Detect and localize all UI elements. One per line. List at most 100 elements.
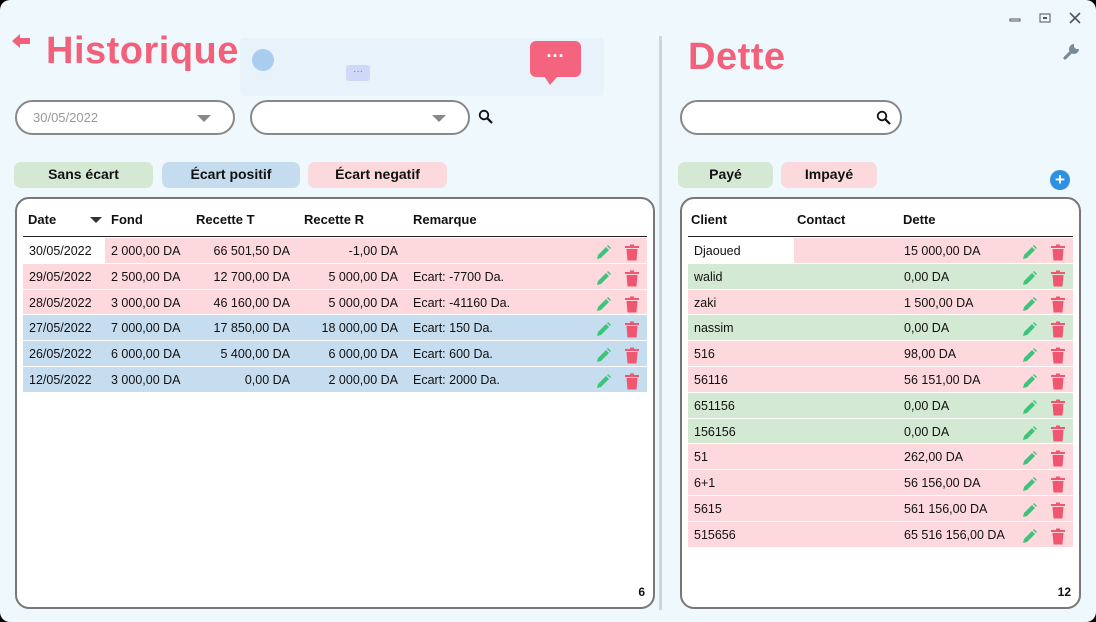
cell-recette-t: 0,00 DA: [244, 372, 290, 387]
cell-client: 515656: [694, 527, 736, 542]
edit-pencil-icon[interactable]: [1021, 450, 1037, 467]
cell-recette-t: 5 400,00 DA: [220, 347, 291, 362]
edit-pencil-icon[interactable]: [1021, 296, 1037, 313]
delete-trash-icon[interactable]: [624, 321, 640, 338]
delete-trash-icon[interactable]: [1050, 450, 1066, 467]
filter-ecart-positif[interactable]: Écart positif: [162, 162, 300, 188]
table-row[interactable]: zaki 1 500,00 DA: [688, 289, 1073, 316]
cell-remarque: Ecart: 150 Da.: [413, 321, 493, 336]
table-row[interactable]: Djaoued 15 000,00 DA: [688, 238, 1073, 264]
table-row[interactable]: 30/05/2022 2 000,00 DA 66 501,50 DA -1,00 D…: [23, 238, 647, 264]
delete-trash-icon[interactable]: [1050, 270, 1066, 287]
chat-bubble-icon[interactable]: ···: [530, 41, 581, 85]
col-recette-t[interactable]: Recette T: [196, 212, 255, 227]
cell-fond: 2 000,00 DA: [111, 244, 181, 258]
col-fond[interactable]: Fond: [111, 212, 143, 227]
delete-trash-icon[interactable]: [1050, 425, 1066, 442]
cell-dette: 1 500,00 DA: [904, 295, 974, 310]
delete-trash-icon[interactable]: [1050, 321, 1066, 338]
table-row[interactable]: 6+1 56 156,00 DA: [688, 470, 1073, 496]
search-icon[interactable]: [876, 110, 892, 126]
delete-trash-icon[interactable]: [624, 244, 640, 261]
edit-pencil-icon[interactable]: [1021, 528, 1037, 545]
minimize-icon[interactable]: [1006, 9, 1024, 27]
delete-trash-icon[interactable]: [624, 270, 640, 287]
dette-search-input[interactable]: [680, 100, 902, 135]
edit-pencil-icon[interactable]: [595, 321, 611, 338]
edit-pencil-icon[interactable]: [1021, 373, 1037, 390]
delete-trash-icon[interactable]: [1050, 296, 1066, 313]
delete-trash-icon[interactable]: [624, 373, 640, 390]
table-row[interactable]: walid 0,00 DA: [688, 263, 1073, 290]
table-row[interactable]: 515656 65 516 156,00 DA: [688, 521, 1073, 548]
back-arrow-icon[interactable]: [10, 33, 32, 51]
filter-impaye[interactable]: Impayé: [781, 162, 877, 188]
restore-icon[interactable]: [1036, 9, 1054, 27]
col-dette[interactable]: Dette: [903, 212, 936, 227]
small-chat-icon: ···: [346, 65, 370, 81]
edit-pencil-icon[interactable]: [1021, 399, 1037, 416]
edit-pencil-icon[interactable]: [1021, 270, 1037, 287]
table-row[interactable]: 27/05/2022 7 000,00 DA 17 850,00 DA 18 000,…: [23, 315, 647, 342]
sort-desc-icon[interactable]: [90, 217, 102, 223]
table-row[interactable]: 651156 0,00 DA: [688, 392, 1073, 419]
add-icon[interactable]: +: [1050, 170, 1070, 190]
cell-client: zaki: [694, 295, 717, 310]
table-row[interactable]: 26/05/2022 6 000,00 DA 5 400,00 DA 6 000,00…: [23, 341, 647, 367]
filter-combo[interactable]: [250, 100, 470, 135]
date-combo[interactable]: 30/05/2022: [15, 100, 235, 135]
delete-trash-icon[interactable]: [624, 296, 640, 313]
delete-trash-icon[interactable]: [1050, 347, 1066, 364]
col-contact[interactable]: Contact: [797, 212, 845, 227]
delete-trash-icon[interactable]: [1050, 502, 1066, 519]
delete-trash-icon[interactable]: [624, 347, 640, 364]
cell-client: Djaoued: [694, 244, 741, 258]
delete-trash-icon[interactable]: [1050, 528, 1066, 545]
table-row[interactable]: 516 98,00 DA: [688, 341, 1073, 367]
edit-pencil-icon[interactable]: [1021, 347, 1037, 364]
table-row[interactable]: 156156 0,00 DA: [688, 418, 1073, 445]
table-row[interactable]: 5615 561 156,00 DA: [688, 495, 1073, 522]
col-date[interactable]: Date: [28, 212, 56, 227]
table-row[interactable]: 12/05/2022 3 000,00 DA 0,00 DA 2 000,00 DA E…: [23, 366, 647, 393]
filter-sans-ecart[interactable]: Sans écart: [14, 162, 153, 188]
table-row[interactable]: nassim 0,00 DA: [688, 315, 1073, 342]
wrench-icon[interactable]: [1062, 41, 1082, 61]
cell-fond: 2 500,00 DA: [111, 269, 181, 284]
search-icon[interactable]: [478, 109, 494, 125]
edit-pencil-icon[interactable]: [1021, 476, 1037, 493]
edit-pencil-icon[interactable]: [1021, 244, 1037, 261]
edit-pencil-icon[interactable]: [1021, 321, 1037, 338]
delete-trash-icon[interactable]: [1050, 399, 1066, 416]
col-remarque[interactable]: Remarque: [413, 212, 477, 227]
delete-trash-icon[interactable]: [1050, 373, 1066, 390]
table-row[interactable]: 29/05/2022 2 500,00 DA 12 700,00 DA 5 000,0…: [23, 263, 647, 290]
edit-pencil-icon[interactable]: [595, 296, 611, 313]
col-recette-r[interactable]: Recette R: [304, 212, 364, 227]
edit-pencil-icon[interactable]: [595, 373, 611, 390]
cell-client: 6+1: [694, 476, 716, 491]
close-icon[interactable]: [1066, 9, 1084, 27]
table-row[interactable]: 51 262,00 DA: [688, 444, 1073, 471]
edit-pencil-icon[interactable]: [595, 244, 611, 261]
cell-fond: 7 000,00 DA: [111, 321, 181, 336]
date-combo-value: 30/05/2022: [33, 110, 99, 125]
delete-trash-icon[interactable]: [1050, 244, 1066, 261]
chevron-down-icon: [432, 115, 446, 122]
cell-recette-t: 12 700,00 DA: [213, 269, 290, 284]
edit-pencil-icon[interactable]: [1021, 502, 1037, 519]
edit-pencil-icon[interactable]: [595, 347, 611, 364]
filter-ecart-negatif[interactable]: Écart negatif: [308, 162, 447, 188]
row-count: 12: [1057, 585, 1071, 599]
cell-date: 30/05/2022: [29, 244, 92, 258]
table-row[interactable]: 28/05/2022 3 000,00 DA 46 160,00 DA 5 000,0…: [23, 289, 647, 316]
col-client[interactable]: Client: [691, 212, 727, 227]
cell-recette-r: 6 000,00 DA: [328, 347, 399, 362]
edit-pencil-icon[interactable]: [1021, 425, 1037, 442]
table-row[interactable]: 56116 56 151,00 DA: [688, 366, 1073, 393]
filter-paye[interactable]: Payé: [678, 162, 773, 188]
edit-pencil-icon[interactable]: [595, 270, 611, 287]
delete-trash-icon[interactable]: [1050, 476, 1066, 493]
cell-client: 56116: [694, 372, 728, 387]
cell-client: nassim: [694, 321, 734, 336]
